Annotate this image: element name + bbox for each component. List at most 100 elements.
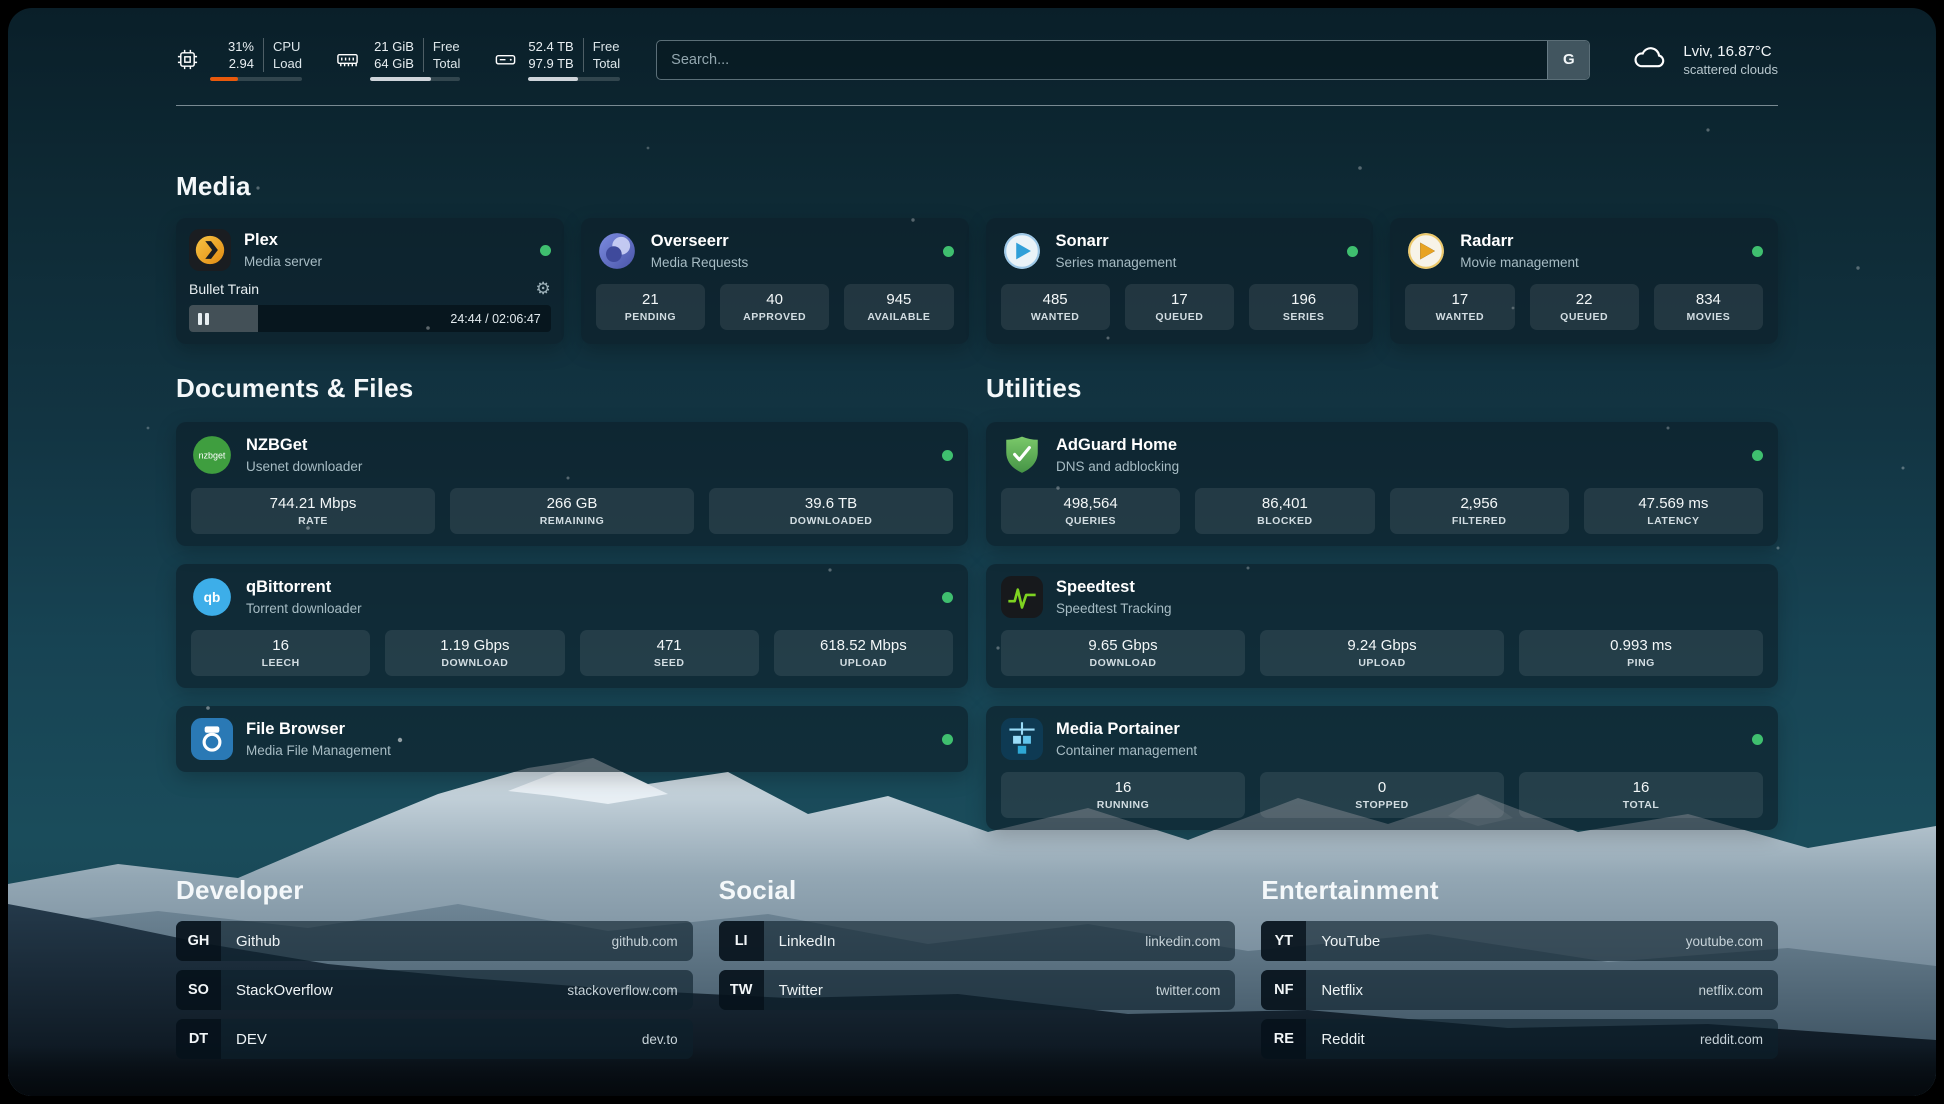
app-subtitle: Series management — [1056, 255, 1177, 270]
stat-value: 21 — [642, 291, 659, 308]
bookmark-abbr: NF — [1261, 970, 1306, 1010]
search-bar: G — [656, 40, 1590, 80]
app-card-portainer[interactable]: Media Portainer Container management 16 … — [986, 706, 1778, 830]
bookmark-dev[interactable]: DT DEV dev.to — [176, 1019, 693, 1059]
app-card-sonarr[interactable]: Sonarr Series management 485 WANTED — [986, 218, 1374, 344]
app-subtitle: Usenet downloader — [246, 459, 362, 474]
stat-label: QUEUED — [1560, 311, 1608, 323]
bookmark-github[interactable]: GH Github github.com — [176, 921, 693, 961]
stat-tile-queued: 22 QUEUED — [1530, 284, 1639, 330]
bookmark-youtube[interactable]: YT YouTube youtube.com — [1261, 921, 1778, 961]
plex-icon — [189, 229, 231, 271]
stat-tile-wanted: 485 WANTED — [1001, 284, 1110, 330]
bookmark-reddit[interactable]: RE Reddit reddit.com — [1261, 1019, 1778, 1059]
bookmark-url: linkedin.com — [1145, 921, 1235, 961]
stat-label: MOVIES — [1686, 311, 1730, 323]
bookmark-abbr: SO — [176, 970, 221, 1010]
cpu-widget: 31% 2.94 CPU Load — [176, 38, 302, 81]
stat-value: 196 — [1291, 291, 1316, 308]
section-social: Social LI LinkedIn linkedin.com TW Twitt… — [719, 874, 1236, 1059]
cpu-progress-fill — [210, 77, 238, 81]
bookmark-stackoverflow[interactable]: SO StackOverflow stackoverflow.com — [176, 970, 693, 1010]
bookmark-netflix[interactable]: NF Netflix netflix.com — [1261, 970, 1778, 1010]
app-card-radarr[interactable]: Radarr Movie management 17 WANTED 2 — [1390, 218, 1778, 344]
stat-tile-rate: 744.21 Mbps RATE — [191, 488, 435, 534]
app-card-speedtest[interactable]: Speedtest Speedtest Tracking 9.65 Gbps D… — [986, 564, 1778, 688]
app-name: File Browser — [246, 720, 391, 740]
cpu-percent-value: 31% — [228, 38, 254, 55]
pause-icon[interactable] — [198, 313, 209, 325]
ram-widget: 21 GiB 64 GiB Free Total — [336, 38, 460, 81]
stat-label: STOPPED — [1355, 799, 1409, 811]
stat-value: 9.24 Gbps — [1347, 637, 1416, 654]
gear-icon[interactable]: ⚙ — [536, 280, 551, 297]
bookmark-twitter[interactable]: TW Twitter twitter.com — [719, 970, 1236, 1010]
dashboard: 31% 2.94 CPU Load — [8, 8, 1936, 1096]
search-engine-button[interactable]: G — [1547, 41, 1589, 79]
disk-free-label: Free — [593, 38, 620, 55]
app-card-filebrowser[interactable]: File Browser Media File Management — [176, 706, 968, 772]
app-card-nzbget[interactable]: nzbget NZBGet Usenet downloader 74 — [176, 422, 968, 546]
cpu-load-value: 2.94 — [229, 55, 254, 72]
app-card-overseerr[interactable]: Overseerr Media Requests 21 PENDING — [581, 218, 969, 344]
media-section-title: Media — [176, 170, 1778, 202]
bookmark-name: LinkedIn — [764, 921, 836, 961]
status-dot — [540, 245, 551, 256]
search-input[interactable] — [657, 41, 1547, 79]
status-dot — [942, 450, 953, 461]
weather-location: Lviv, 16.87°C — [1683, 43, 1778, 60]
stat-tile-running: 16 RUNNING — [1001, 772, 1245, 818]
ram-total-label: Total — [433, 55, 460, 72]
section-developer: Developer GH Github github.com SO StackO… — [176, 874, 693, 1059]
bookmarks-area: Developer GH Github github.com SO StackO… — [176, 874, 1778, 1059]
stat-label: DOWNLOADED — [790, 515, 873, 527]
stat-tile-queries: 498,564 QUERIES — [1001, 488, 1180, 534]
stat-value: 86,401 — [1262, 495, 1308, 512]
playback-time: 24:44 / 02:06:47 — [450, 312, 540, 326]
stat-value: 266 GB — [547, 495, 598, 512]
app-subtitle: Media Requests — [651, 255, 749, 270]
plex-progress-bar[interactable]: 24:44 / 02:06:47 — [189, 305, 551, 332]
stat-tile-download: 9.65 Gbps DOWNLOAD — [1001, 630, 1245, 676]
status-dot — [942, 592, 953, 603]
app-card-adguard[interactable]: AdGuard Home DNS and adblocking 498,564 … — [986, 422, 1778, 546]
stat-value: 945 — [886, 291, 911, 308]
stat-label: QUEUED — [1155, 311, 1203, 323]
stat-label: DOWNLOAD — [441, 657, 508, 669]
stat-label: UPLOAD — [1358, 657, 1405, 669]
status-dot — [1752, 246, 1763, 257]
stat-value: 47.569 ms — [1638, 495, 1708, 512]
weather-widget[interactable]: Lviv, 16.87°C scattered clouds — [1628, 40, 1778, 79]
stat-tile-movies: 834 MOVIES — [1654, 284, 1763, 330]
topbar: 31% 2.94 CPU Load — [176, 38, 1778, 81]
stat-label: DOWNLOAD — [1090, 657, 1157, 669]
stat-value: 17 — [1452, 291, 1469, 308]
cpu-progress-bar — [210, 77, 302, 81]
bookmark-linkedin[interactable]: LI LinkedIn linkedin.com — [719, 921, 1236, 961]
stat-tile-approved: 40 APPROVED — [720, 284, 829, 330]
stat-tile-total: 16 TOTAL — [1519, 772, 1763, 818]
app-name: Media Portainer — [1056, 720, 1197, 740]
stat-value: 498,564 — [1064, 495, 1118, 512]
stat-tile-stopped: 0 STOPPED — [1260, 772, 1504, 818]
stat-value: 16 — [1633, 779, 1650, 796]
documents-section-title: Documents & Files — [176, 372, 968, 404]
svg-text:qb: qb — [204, 590, 221, 605]
stat-tile-series: 196 SERIES — [1249, 284, 1358, 330]
stat-label: RUNNING — [1097, 799, 1150, 811]
app-card-plex[interactable]: Plex Media server Bullet Train ⚙ — [176, 218, 564, 344]
app-card-qbittorrent[interactable]: qb qBittorrent Torrent downloader — [176, 564, 968, 688]
bookmark-url: twitter.com — [1156, 970, 1236, 1010]
stat-tile-wanted: 17 WANTED — [1405, 284, 1514, 330]
status-dot — [942, 734, 953, 745]
stat-label: PING — [1627, 657, 1655, 669]
stat-value: 40 — [766, 291, 783, 308]
app-subtitle: DNS and adblocking — [1056, 459, 1179, 474]
svg-text:nzbget: nzbget — [199, 451, 226, 461]
stat-value: 16 — [272, 637, 289, 654]
stat-label: QUERIES — [1065, 515, 1116, 527]
bookmark-abbr: RE — [1261, 1019, 1306, 1059]
stat-tile-leech: 16 LEECH — [191, 630, 370, 676]
bookmark-url: youtube.com — [1686, 921, 1778, 961]
entertainment-section-title: Entertainment — [1261, 874, 1778, 906]
